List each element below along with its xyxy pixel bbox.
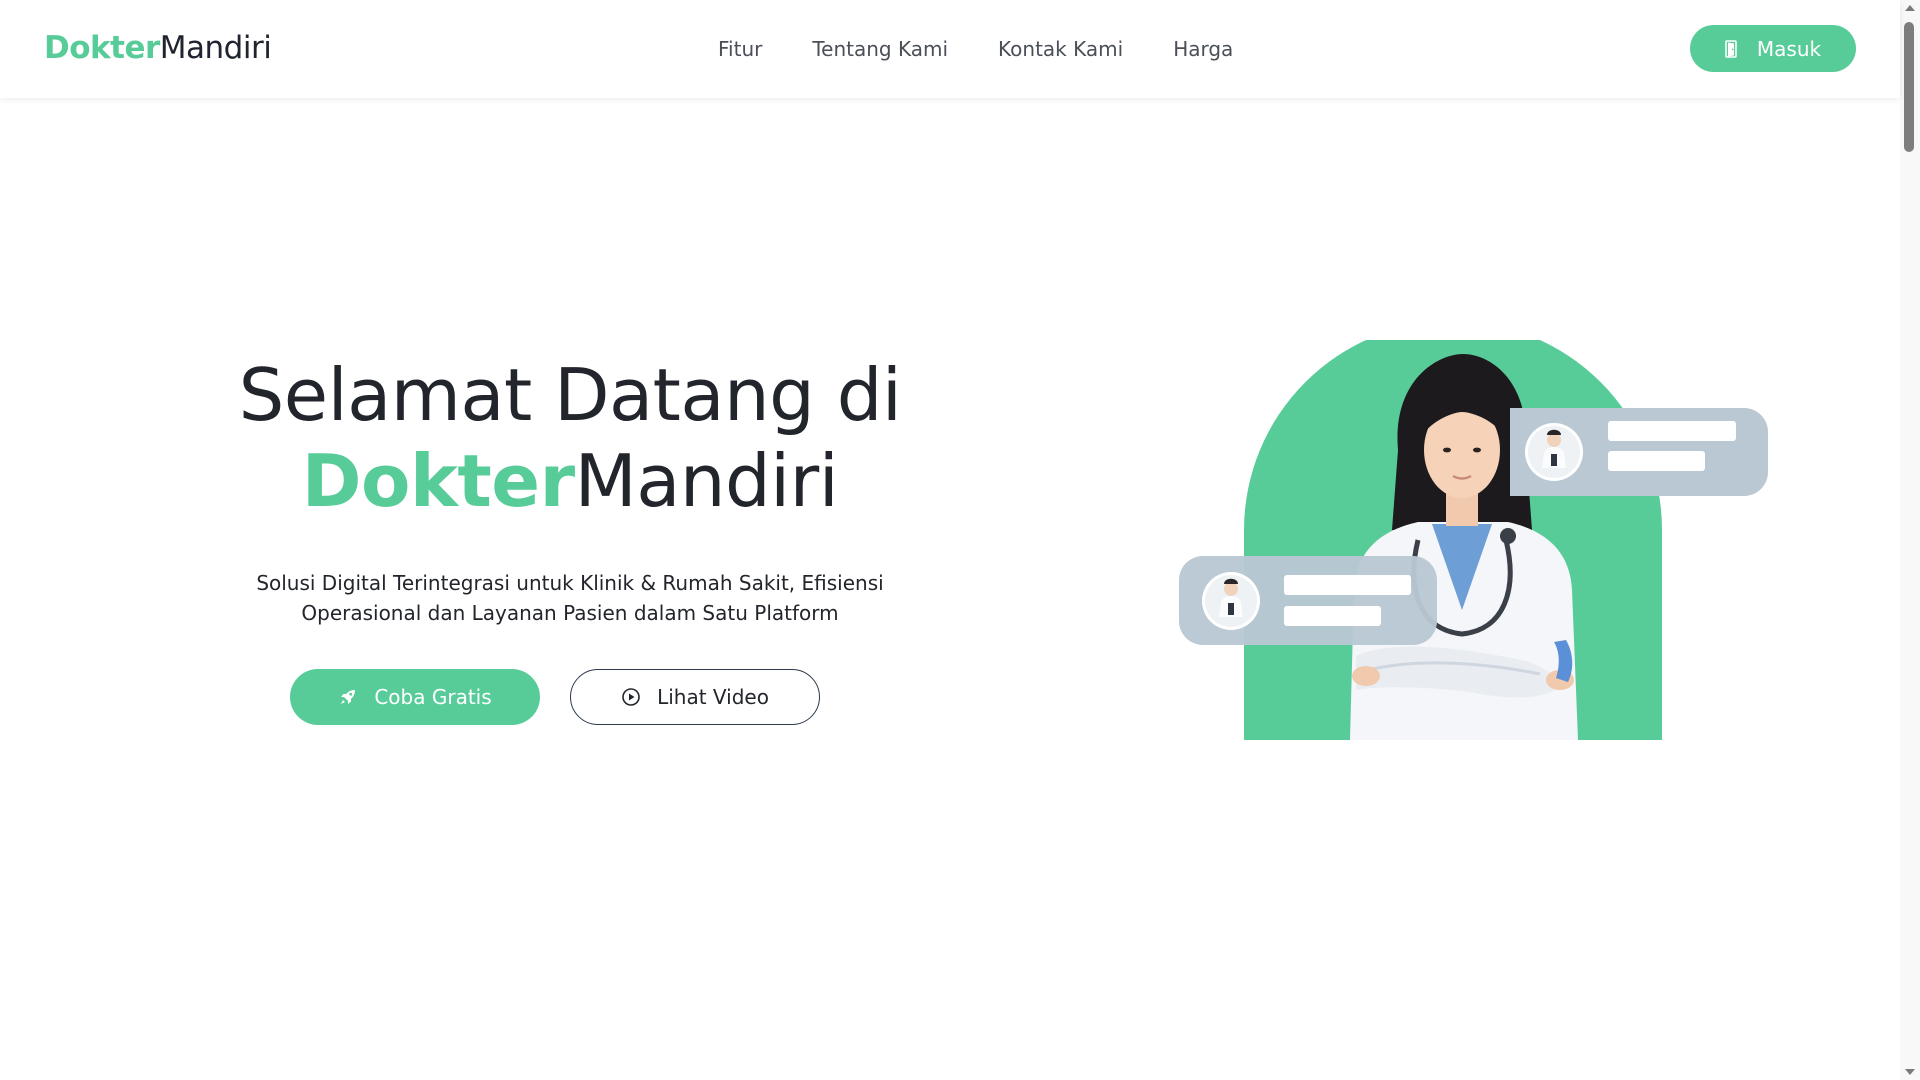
hero-subtitle: Solusi Digital Terintegrasi untuk Klinik…	[256, 571, 884, 625]
hero-title-line1: Selamat Datang di	[238, 353, 902, 437]
play-circle-icon	[621, 687, 641, 707]
navbar: DokterMandiri Fitur Tentang Kami Kontak …	[0, 0, 1900, 98]
hero-title: Selamat Datang di DokterMandiri	[150, 352, 990, 524]
brand-name-part2: Mandiri	[159, 30, 272, 66]
login-label: Masuk	[1756, 36, 1822, 61]
watch-video-button[interactable]: Lihat Video	[570, 669, 820, 725]
try-free-button[interactable]: Coba Gratis	[290, 669, 540, 725]
landing-page: DokterMandiri Fitur Tentang Kami Kontak …	[0, 0, 1920, 1080]
try-free-label: Coba Gratis	[374, 685, 492, 709]
nav-item-harga[interactable]: Harga	[1173, 32, 1233, 66]
nav-item-kontak-kami[interactable]: Kontak Kami	[998, 32, 1123, 66]
scroll-down-arrow-icon[interactable]	[1905, 1069, 1915, 1075]
chat-bubble-top	[1510, 408, 1768, 496]
hero-illustration	[1170, 340, 1770, 750]
main-nav: Fitur Tentang Kami Kontak Kami Harga	[718, 32, 1283, 66]
hero-brand-part2: Mandiri	[574, 439, 839, 523]
rocket-icon	[338, 687, 358, 707]
watch-video-label: Lihat Video	[657, 685, 769, 709]
nav-item-tentang-kami[interactable]: Tentang Kami	[812, 32, 948, 66]
scrollbar-thumb[interactable]	[1904, 22, 1914, 152]
nav-item-fitur[interactable]: Fitur	[718, 32, 762, 66]
door-icon	[1725, 39, 1739, 58]
chat-bubble-left	[1179, 556, 1437, 645]
brand-name-part1: Dokter	[44, 30, 160, 66]
brand-logo[interactable]: DokterMandiri	[44, 28, 272, 68]
hero-title-brand: DokterMandiri	[150, 438, 990, 524]
scroll-up-arrow-icon[interactable]	[1905, 5, 1915, 11]
page-scrollbar[interactable]	[1900, 0, 1920, 1080]
login-button[interactable]: Masuk	[1690, 25, 1856, 72]
hero-brand-part1: Dokter	[301, 439, 575, 523]
